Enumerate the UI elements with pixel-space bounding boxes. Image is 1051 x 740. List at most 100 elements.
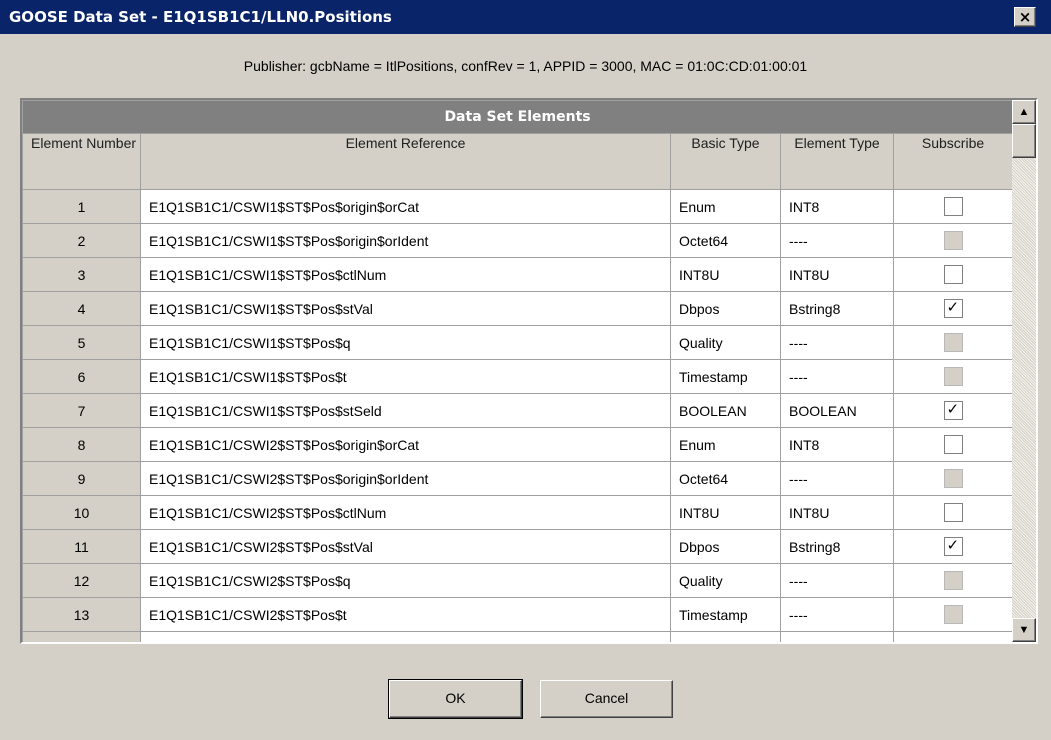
- table-row[interactable]: 1 E1Q1SB1C1/CSWI1$ST$Pos$origin$orCat Enum…: [22, 189, 1014, 224]
- subscribe-checkbox: [943, 605, 963, 624]
- checkmark-icon: ✓: [946, 537, 960, 554]
- basic-type-cell: Octet64: [670, 223, 781, 258]
- column-header-element-number[interactable]: Element Number: [22, 133, 141, 190]
- subscribe-cell: ✓: [892, 529, 1014, 564]
- subscribe-cell: ✓: [892, 393, 1014, 428]
- table-row[interactable]: 2 E1Q1SB1C1/CSWI1$ST$Pos$origin$orIdent Oc…: [22, 223, 1014, 258]
- column-header-basic-type[interactable]: Basic Type: [670, 133, 781, 190]
- table-row[interactable]: 6 E1Q1SB1C1/CSWI1$ST$Pos$t Timestamp ----: [22, 359, 1014, 394]
- scroll-down-arrow-icon: ▼: [1018, 624, 1030, 636]
- checkmark-icon: ✓: [946, 299, 960, 316]
- basic-type-cell: Enum: [670, 427, 781, 462]
- table-row[interactable]: 10 E1Q1SB1C1/CSWI2$ST$Pos$ctlNum INT8U INT8…: [22, 495, 1014, 530]
- element-reference-cell: E1Q1SB1C1/CSWI1$ST$Pos$t: [140, 359, 671, 394]
- element-number-cell: 3: [22, 257, 141, 292]
- table-cell: [22, 631, 141, 642]
- scroll-up-arrow-icon: ▲: [1018, 106, 1030, 118]
- element-type-cell: Bstring8: [780, 529, 894, 564]
- column-header-subscribe[interactable]: Subscribe: [892, 133, 1014, 190]
- table-row[interactable]: 3 E1Q1SB1C1/CSWI1$ST$Pos$ctlNum INT8U INT8U: [22, 257, 1014, 292]
- grid-title: Data Set Elements: [22, 100, 1014, 134]
- window-title: GOOSE Data Set - E1Q1SB1C1/LLN0.Position…: [9, 8, 392, 26]
- subscribe-checkbox: [943, 469, 963, 488]
- grid-body: 1 E1Q1SB1C1/CSWI1$ST$Pos$origin$orCat Enum…: [22, 189, 1014, 642]
- element-reference-cell: E1Q1SB1C1/CSWI1$ST$Pos$stVal: [140, 291, 671, 326]
- table-row-partial: [22, 631, 1014, 642]
- element-reference-cell: E1Q1SB1C1/CSWI1$ST$Pos$q: [140, 325, 671, 360]
- table-row[interactable]: 8 E1Q1SB1C1/CSWI2$ST$Pos$origin$orCat Enum…: [22, 427, 1014, 462]
- element-reference-cell: E1Q1SB1C1/CSWI2$ST$Pos$origin$orIdent: [140, 461, 671, 496]
- scroll-up-button[interactable]: ▲: [1012, 100, 1036, 124]
- element-reference-cell: E1Q1SB1C1/CSWI2$ST$Pos$q: [140, 563, 671, 598]
- element-reference-cell: E1Q1SB1C1/CSWI2$ST$Pos$origin$orCat: [140, 427, 671, 462]
- basic-type-cell: INT8U: [670, 495, 781, 530]
- element-number-cell: 8: [22, 427, 141, 462]
- subscribe-cell: [892, 223, 1014, 258]
- title-bar: GOOSE Data Set - E1Q1SB1C1/LLN0.Position…: [0, 0, 1051, 34]
- element-number-cell: 11: [22, 529, 141, 564]
- subscribe-checkbox[interactable]: [943, 503, 963, 522]
- basic-type-cell: Dbpos: [670, 529, 781, 564]
- element-type-cell: INT8U: [780, 257, 894, 292]
- scroll-thumb[interactable]: [1012, 124, 1036, 158]
- basic-type-cell: BOOLEAN: [670, 393, 781, 428]
- subscribe-checkbox[interactable]: [943, 435, 963, 454]
- subscribe-checkbox[interactable]: [943, 265, 963, 284]
- table-cell: [780, 631, 894, 642]
- subscribe-checkbox: [943, 231, 963, 250]
- element-reference-cell: E1Q1SB1C1/CSWI1$ST$Pos$origin$orCat: [140, 189, 671, 224]
- subscribe-checkbox: [943, 367, 963, 386]
- element-type-cell: ----: [780, 359, 894, 394]
- close-button[interactable]: ×: [1014, 7, 1036, 27]
- element-number-cell: 6: [22, 359, 141, 394]
- element-reference-cell: E1Q1SB1C1/CSWI1$ST$Pos$origin$orIdent: [140, 223, 671, 258]
- element-type-cell: ----: [780, 563, 894, 598]
- element-number-cell: 12: [22, 563, 141, 598]
- data-set-table: Data Set Elements Element Number Element…: [22, 100, 1014, 642]
- data-set-elements-grid: Data Set Elements Element Number Element…: [20, 98, 1038, 644]
- table-cell: [140, 631, 671, 642]
- element-type-cell: INT8: [780, 427, 894, 462]
- subscribe-cell: [892, 597, 1014, 632]
- subscribe-cell: [892, 257, 1014, 292]
- scroll-down-button[interactable]: ▼: [1012, 618, 1036, 642]
- column-header-element-type[interactable]: Element Type: [780, 133, 894, 190]
- vertical-scrollbar[interactable]: ▲ ▼: [1012, 100, 1036, 642]
- element-type-cell: INT8U: [780, 495, 894, 530]
- element-reference-cell: E1Q1SB1C1/CSWI1$ST$Pos$ctlNum: [140, 257, 671, 292]
- table-row[interactable]: 7 E1Q1SB1C1/CSWI1$ST$Pos$stSeld BOOLEAN BOO…: [22, 393, 1014, 428]
- element-type-cell: Bstring8: [780, 291, 894, 326]
- table-row[interactable]: 4 E1Q1SB1C1/CSWI1$ST$Pos$stVal Dbpos Bstrin…: [22, 291, 1014, 326]
- element-number-cell: 5: [22, 325, 141, 360]
- close-icon[interactable]: ×: [1015, 7, 1035, 27]
- element-type-cell: ----: [780, 325, 894, 360]
- table-row[interactable]: 12 E1Q1SB1C1/CSWI2$ST$Pos$q Quality ----: [22, 563, 1014, 598]
- subscribe-checkbox: [943, 333, 963, 352]
- element-number-cell: 13: [22, 597, 141, 632]
- table-cell: [892, 631, 1014, 642]
- column-header-element-reference[interactable]: Element Reference: [140, 133, 671, 190]
- basic-type-cell: Quality: [670, 563, 781, 598]
- basic-type-cell: Enum: [670, 189, 781, 224]
- element-number-cell: 9: [22, 461, 141, 496]
- subscribe-checkbox[interactable]: ✓: [943, 401, 963, 420]
- publisher-info: Publisher: gcbName = ItlPositions, confR…: [243, 58, 808, 74]
- table-row[interactable]: 11 E1Q1SB1C1/CSWI2$ST$Pos$stVal Dbpos Bstri…: [22, 529, 1014, 564]
- basic-type-cell: INT8U: [670, 257, 781, 292]
- table-row[interactable]: 9 E1Q1SB1C1/CSWI2$ST$Pos$origin$orIdent Oc…: [22, 461, 1014, 496]
- subscribe-cell: [892, 427, 1014, 462]
- table-row[interactable]: 5 E1Q1SB1C1/CSWI1$ST$Pos$q Quality ----: [22, 325, 1014, 360]
- subscribe-cell: [892, 461, 1014, 496]
- subscribe-checkbox[interactable]: [943, 197, 963, 216]
- subscribe-checkbox[interactable]: ✓: [943, 299, 963, 318]
- subscribe-cell: [892, 189, 1014, 224]
- subscribe-checkbox[interactable]: ✓: [943, 537, 963, 556]
- subscribe-cell: [892, 359, 1014, 394]
- basic-type-cell: Octet64: [670, 461, 781, 496]
- basic-type-cell: Timestamp: [670, 597, 781, 632]
- element-reference-cell: E1Q1SB1C1/CSWI1$ST$Pos$stSeld: [140, 393, 671, 428]
- checkmark-icon: ✓: [946, 401, 960, 418]
- table-row[interactable]: 13 E1Q1SB1C1/CSWI2$ST$Pos$t Timestamp ----: [22, 597, 1014, 632]
- ok-button[interactable]: OK: [388, 679, 523, 719]
- cancel-button[interactable]: Cancel: [540, 680, 673, 718]
